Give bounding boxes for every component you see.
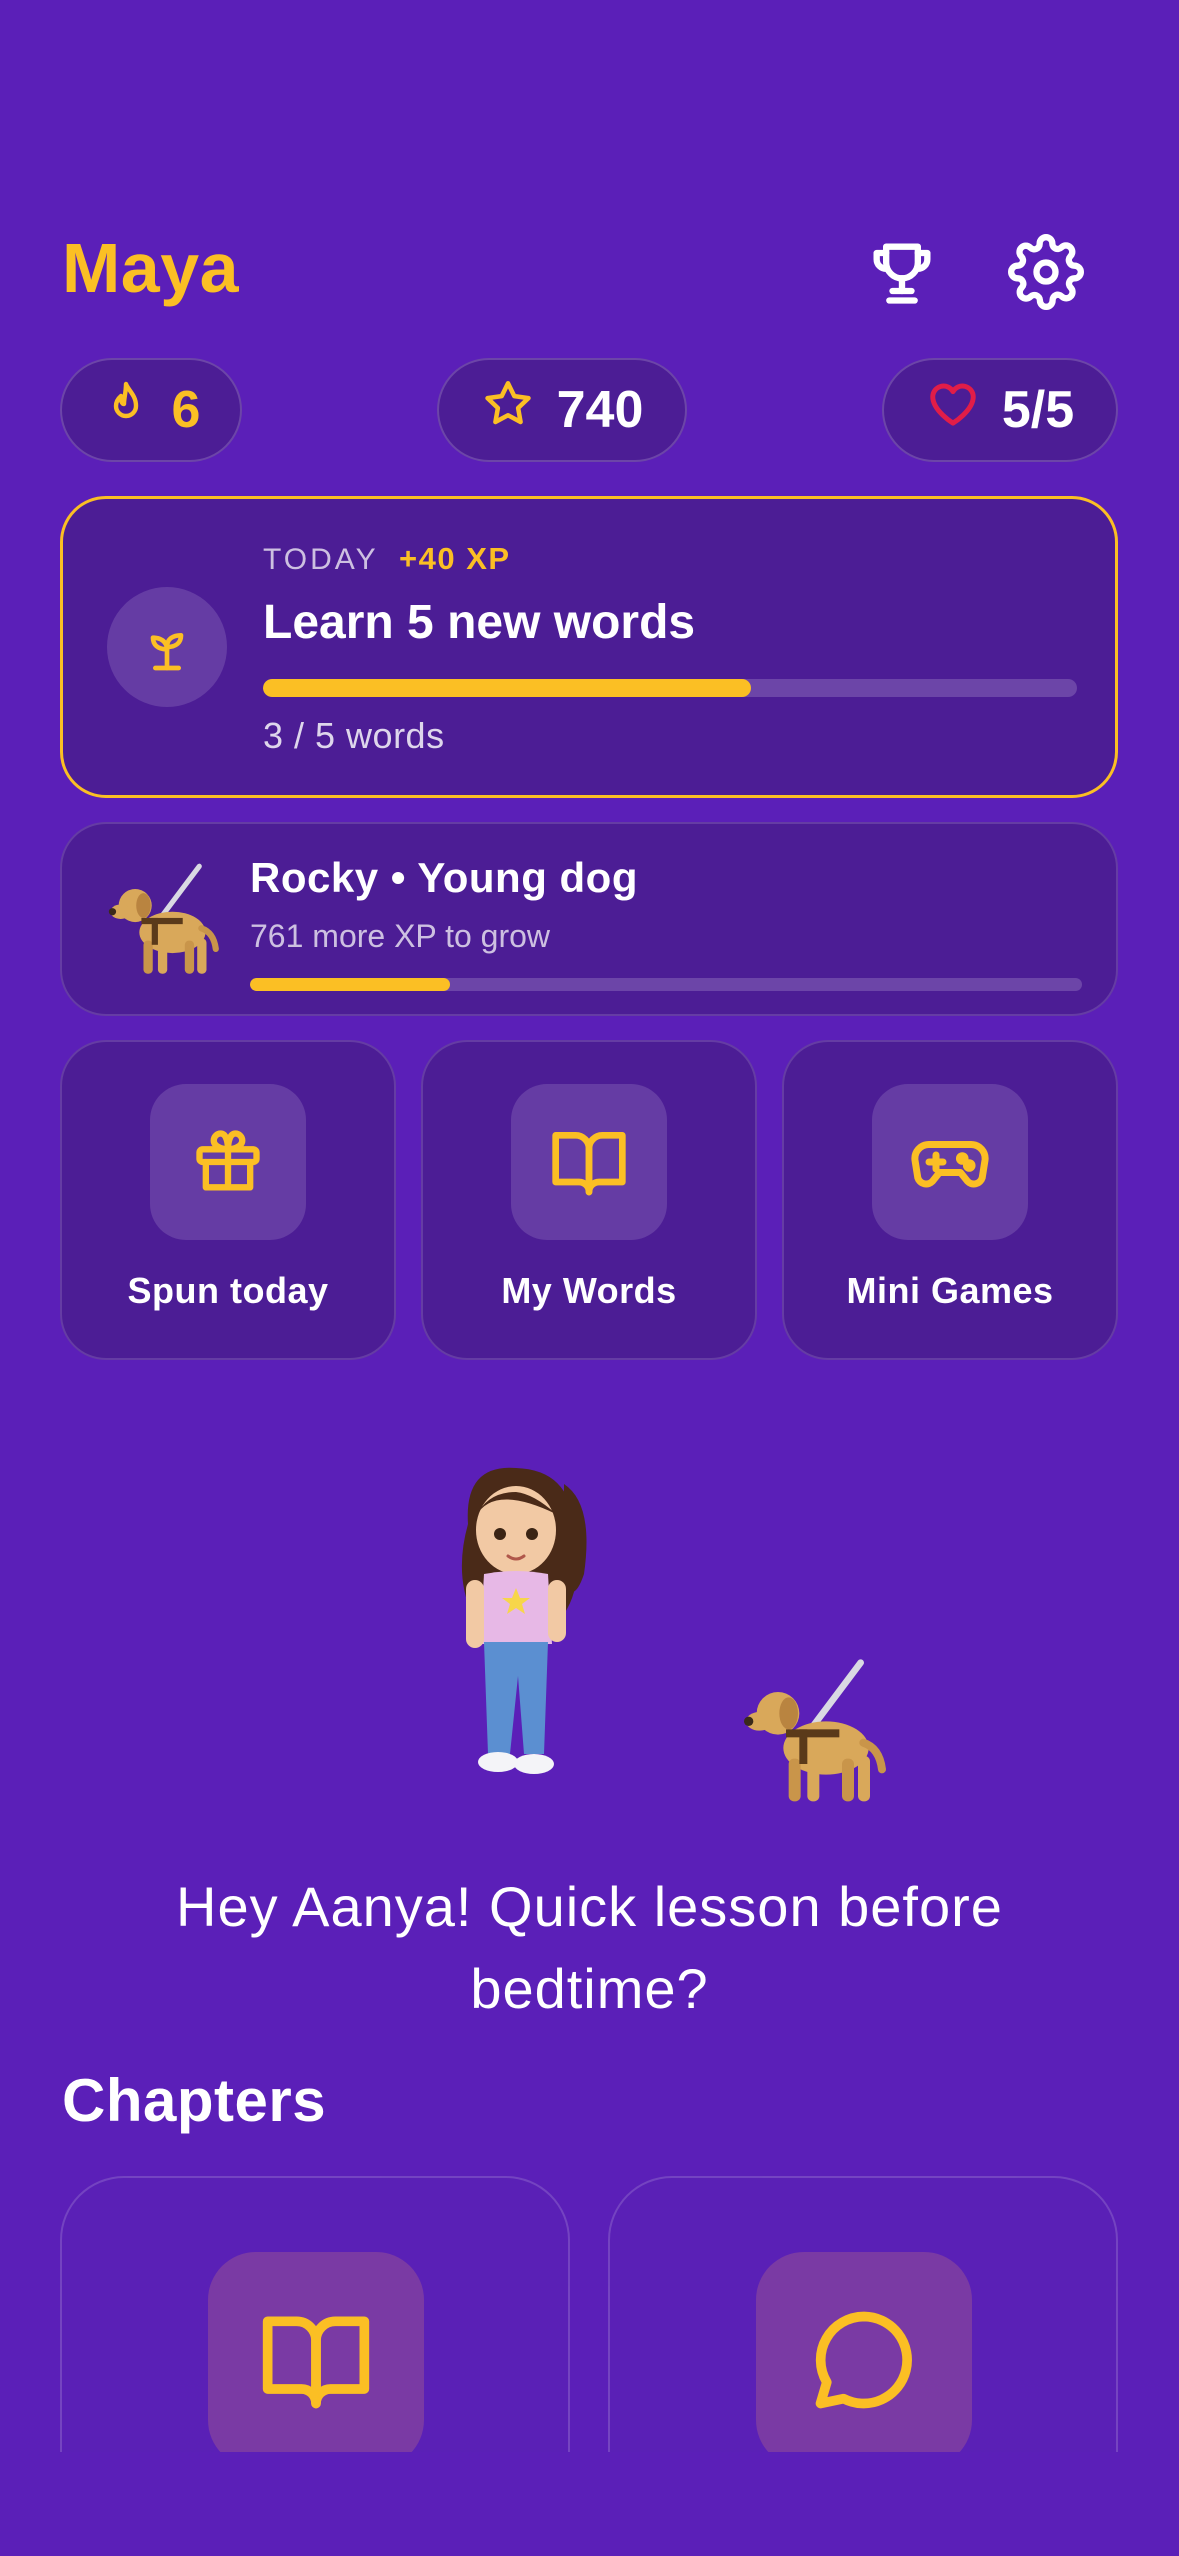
streak-pill[interactable]: 6 — [60, 358, 242, 462]
goal-progress-text: 3 / 5 words — [263, 715, 445, 756]
pet-progress-bar — [250, 978, 1082, 991]
daily-goal-card[interactable]: TODAY +40 XP Learn 5 new words 3 / 5 wor… — [60, 496, 1118, 798]
star-icon — [481, 377, 535, 444]
stars-pill[interactable]: 740 — [437, 358, 687, 462]
goal-xp-badge: +40 XP — [399, 541, 511, 576]
spin-wheel-tile[interactable]: Spun today — [60, 1040, 396, 1360]
book-open-icon — [208, 2252, 424, 2468]
page-title: Maya — [62, 229, 240, 307]
tile-label-words: My Words — [501, 1270, 677, 1311]
pet-title: Rocky • Young dog — [250, 854, 638, 901]
pet-subtitle: 761 more XP to grow — [250, 918, 551, 954]
gear-icon[interactable] — [1008, 234, 1084, 310]
pet-card[interactable]: Rocky • Young dog 761 more XP to grow — [60, 822, 1118, 1016]
hearts-pill[interactable]: 5/5 — [882, 358, 1118, 462]
goal-day-label: TODAY — [263, 543, 379, 576]
chapters-heading: Chapters — [62, 2067, 327, 2134]
greeting-line-2: bedtime? — [470, 1957, 709, 2020]
mini-games-tile[interactable]: Mini Games — [782, 1040, 1118, 1360]
greeting-text: Hey Aanya! Quick lesson before bedtime? — [0, 1866, 1179, 2030]
gift-icon — [150, 1084, 306, 1240]
gamepad-icon — [872, 1084, 1028, 1240]
book-open-icon — [511, 1084, 667, 1240]
bottom-fade — [0, 2452, 1179, 2556]
hearts-count: 5/5 — [1001, 381, 1075, 439]
goal-progress-bar — [263, 679, 1077, 697]
pet-progress-fill — [250, 978, 450, 991]
dog-character — [730, 1652, 890, 1812]
my-words-tile[interactable]: My Words — [421, 1040, 757, 1360]
dog-avatar — [98, 858, 222, 982]
flame-icon — [102, 380, 150, 441]
tile-label-games: Mini Games — [846, 1270, 1054, 1311]
goal-title: Learn 5 new words — [263, 596, 696, 649]
chat-bubble-icon — [756, 2252, 972, 2468]
stars-count: 740 — [556, 381, 644, 439]
greeting-line-1: Hey Aanya! Quick lesson before — [176, 1875, 1003, 1938]
heart-icon — [926, 377, 980, 444]
streak-count: 6 — [171, 381, 201, 439]
tile-label-spin: Spun today — [127, 1270, 329, 1311]
sprout-icon — [107, 587, 227, 707]
girl-character — [424, 1464, 604, 1784]
trophy-icon[interactable] — [864, 234, 940, 310]
goal-progress-fill — [263, 679, 752, 697]
